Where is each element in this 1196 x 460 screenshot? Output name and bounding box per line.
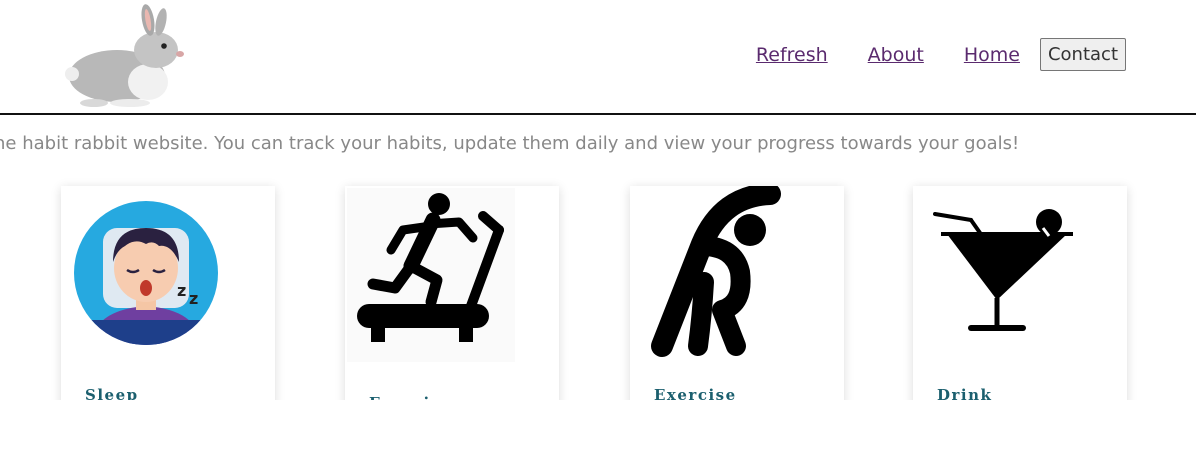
nav-link-about[interactable]: About bbox=[868, 44, 924, 66]
habit-card-exercise-treadmill[interactable]: Exercise bbox=[345, 186, 559, 426]
contact-button[interactable]: Contact bbox=[1039, 38, 1126, 71]
habit-card-drink[interactable]: Drink bbox=[913, 186, 1127, 426]
site-header: Refresh About Home Contact bbox=[0, 0, 1196, 115]
intro-text: he habit rabbit website. You can track y… bbox=[0, 133, 1020, 154]
main-nav: Refresh About Home Contact bbox=[756, 38, 1126, 71]
sleeping-person-icon: z z bbox=[74, 201, 218, 345]
habit-card-sleep[interactable]: z z Sleep bbox=[61, 186, 275, 426]
stretching-person-icon bbox=[651, 186, 781, 357]
nav-link-refresh[interactable]: Refresh bbox=[756, 44, 828, 66]
treadmill-runner-icon bbox=[347, 188, 515, 362]
svg-text:z: z bbox=[189, 289, 198, 308]
nav-link-home[interactable]: Home bbox=[964, 44, 1020, 66]
viewport-bottom-blank bbox=[0, 400, 1196, 460]
habit-card-exercise-stretch[interactable]: Exercise bbox=[630, 186, 844, 426]
cocktail-glass-icon bbox=[933, 209, 1073, 331]
svg-text:z: z bbox=[177, 281, 186, 300]
rabbit-icon bbox=[65, 4, 184, 107]
